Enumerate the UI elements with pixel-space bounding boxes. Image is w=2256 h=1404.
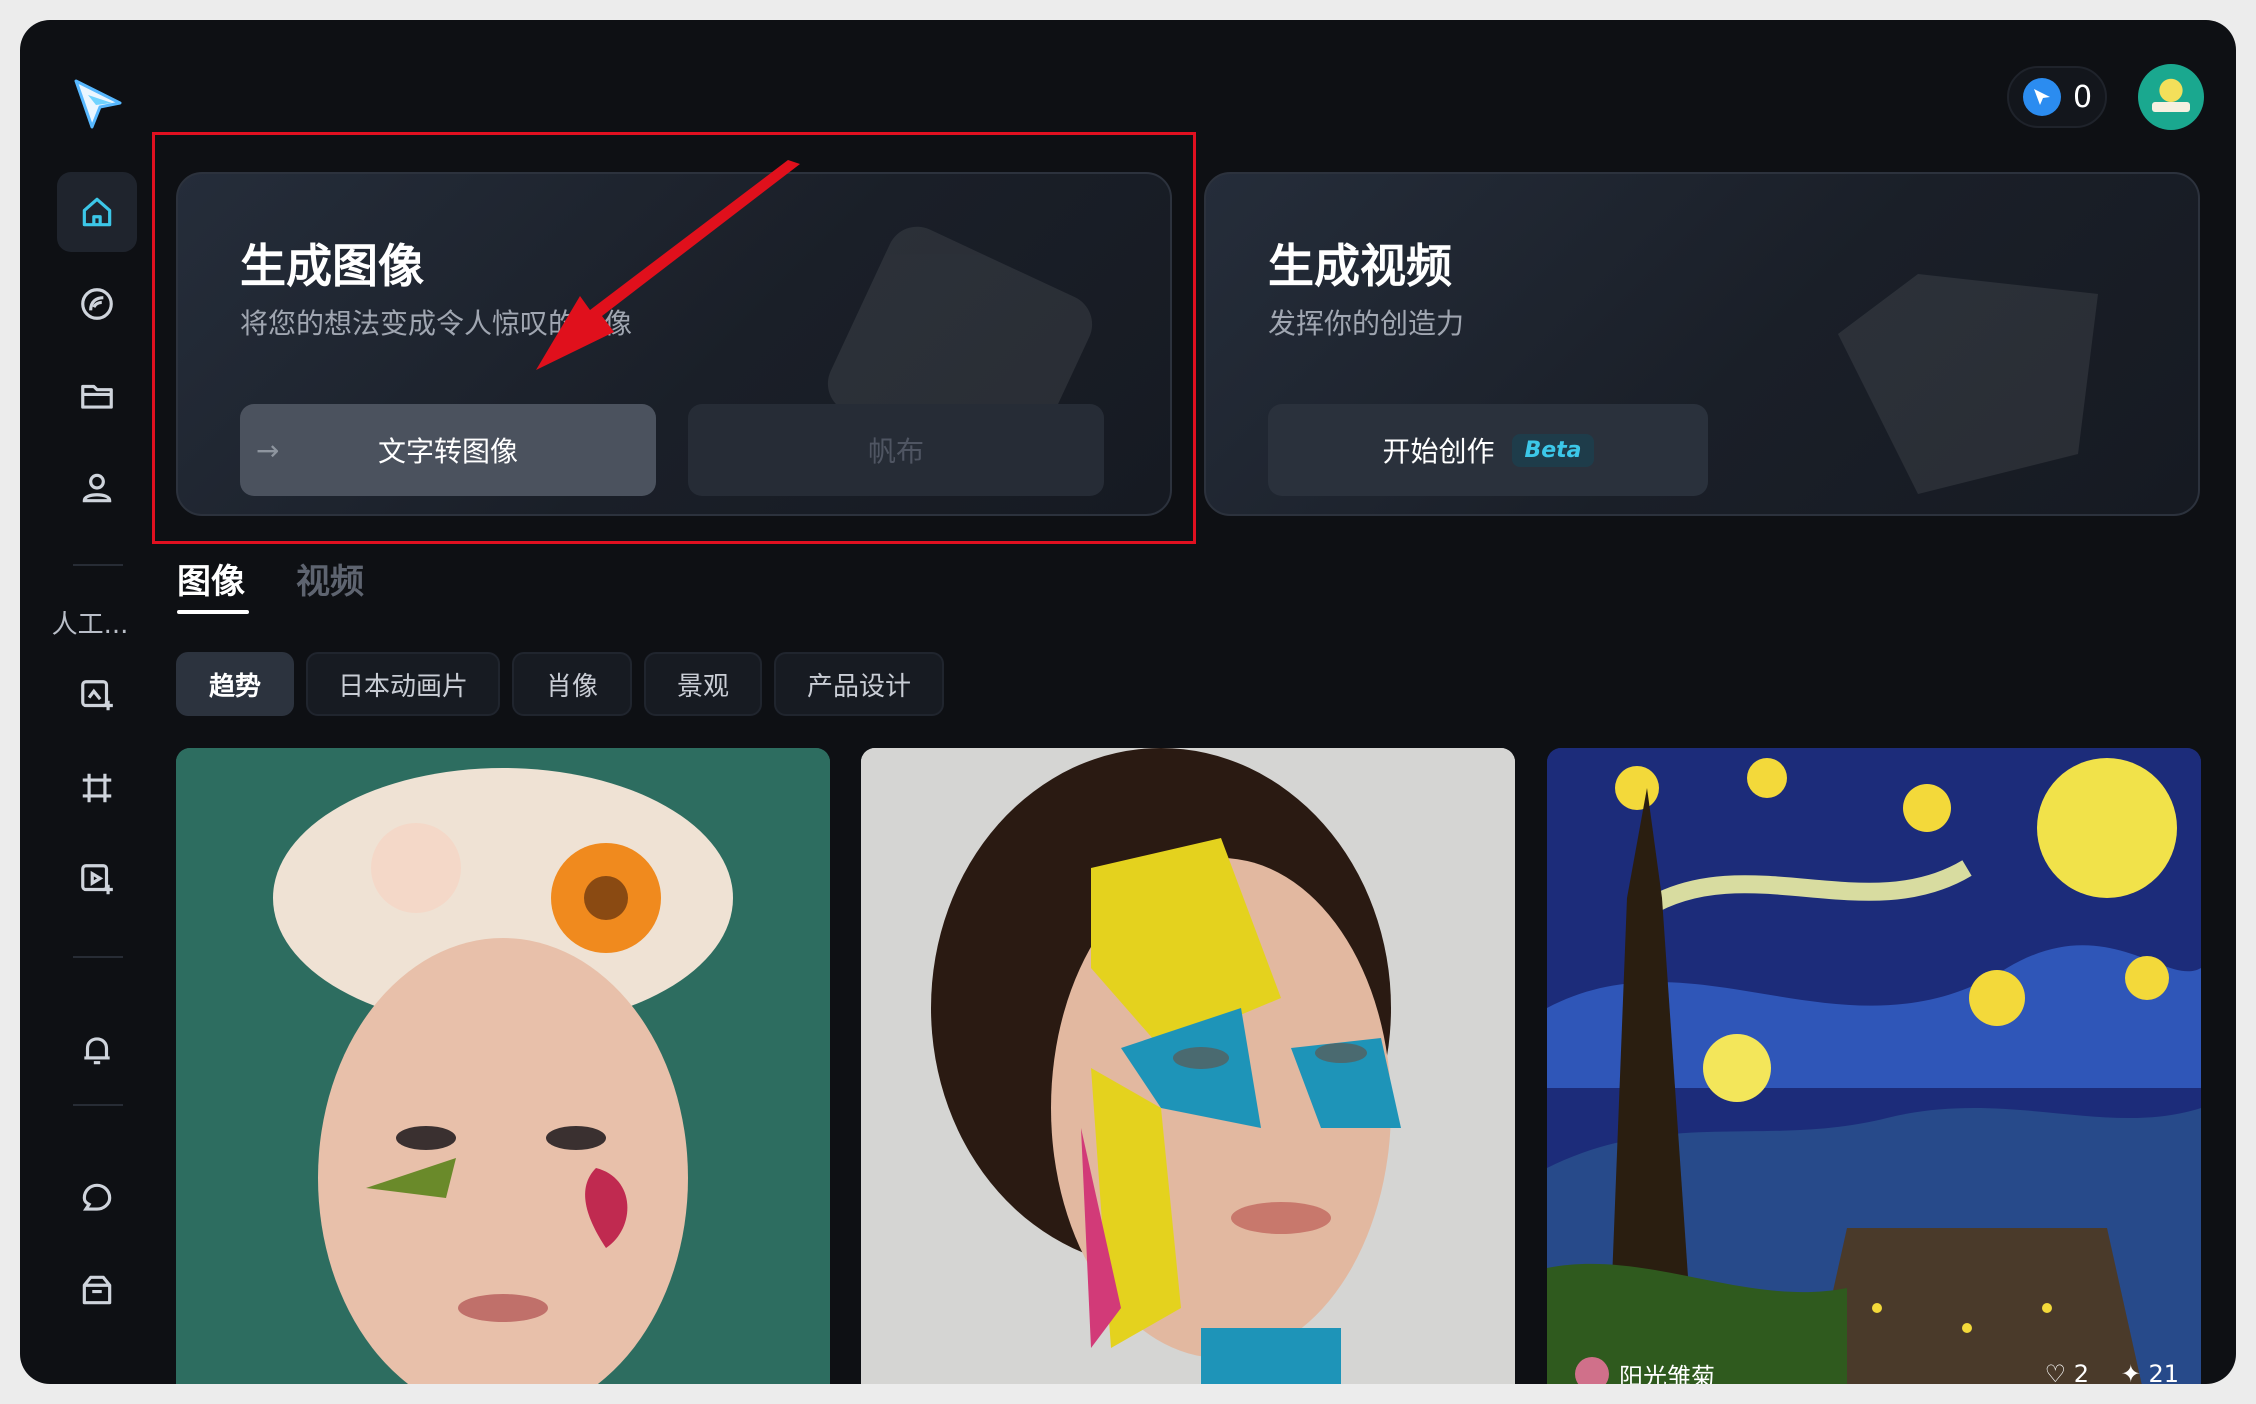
canvas-button[interactable]: 帆布 (688, 404, 1104, 496)
active-tab-indicator (177, 610, 249, 614)
sidebar-crop-button[interactable] (57, 748, 137, 828)
remix-count[interactable]: ✦ 21 (2121, 1360, 2179, 1384)
user-icon (82, 473, 112, 503)
home-icon (82, 197, 112, 227)
sidebar-folder-button[interactable] (57, 356, 137, 436)
sidebar-divider (73, 1104, 123, 1106)
credit-coin-icon (2023, 78, 2061, 116)
geometric-portrait-image (861, 748, 1515, 1384)
heart-icon: ♡ (2044, 1360, 2074, 1384)
gallery-tile-geometric-portrait[interactable] (861, 748, 1515, 1384)
sidebar-divider (73, 564, 123, 566)
sidebar-chat-button[interactable] (57, 1158, 137, 1238)
starry-night-image (1547, 748, 2201, 1384)
sidebar-divider (73, 956, 123, 958)
sidebar-image-edit-button[interactable] (57, 656, 137, 736)
sidebar-profile-button[interactable] (57, 448, 137, 528)
generate-video-card: 生成视频 发挥你的创造力 开始创作 Beta (1204, 172, 2200, 516)
sidebar-home-button[interactable] (57, 172, 137, 252)
tab-images[interactable]: 图像 (177, 554, 245, 603)
app-logo-icon[interactable] (70, 75, 126, 131)
arrow-right-icon: → (256, 433, 280, 467)
author-name[interactable]: 阳光雏菊 (1619, 1357, 1715, 1385)
generate-video-subtitle: 发挥你的创造力 (1268, 307, 1465, 340)
sidebar-notifications-button[interactable] (57, 1010, 137, 1090)
sparkle-icon: ✦ (2120, 1360, 2149, 1384)
start-creating-button[interactable]: 开始创作 Beta (1268, 404, 1708, 496)
user-avatar[interactable] (2138, 64, 2204, 130)
text-to-image-button[interactable]: → 文字转图像 (240, 404, 656, 496)
sidebar: 人工... (20, 20, 160, 1384)
sidebar-archive-button[interactable] (57, 1250, 137, 1330)
sidebar-section-label: 人工... (51, 610, 129, 640)
filter-anime[interactable]: 日本动画片 (306, 652, 500, 716)
text-to-image-label: 文字转图像 (377, 435, 518, 468)
decorative-chevrons-icon (1838, 274, 2098, 494)
filter-trending[interactable]: 趋势 (176, 652, 294, 716)
chat-bubble-icon (82, 1183, 112, 1211)
gallery-tile-starry-night[interactable]: 阳光雏菊 ♡ 2 ✦ 21 (1547, 748, 2201, 1384)
beta-badge: Beta (1512, 433, 1594, 467)
video-sparkle-icon (81, 864, 113, 895)
image-sparkle-icon (81, 680, 113, 711)
author-avatar[interactable] (1575, 1357, 1609, 1384)
filter-product-design[interactable]: 产品设计 (774, 652, 944, 716)
folder-icon (81, 384, 113, 409)
gallery-tile-flower-crown[interactable] (176, 748, 830, 1384)
generate-image-subtitle: 将您的想法变成令人惊叹的图像 (240, 307, 633, 340)
remixes-value: 21 (2148, 1360, 2179, 1384)
tile-meta: 阳光雏菊 ♡ 2 ✦ 21 (1547, 1354, 2201, 1384)
generate-video-title: 生成视频 (1268, 239, 1452, 293)
credits-badge[interactable]: 0 (2007, 66, 2107, 128)
filter-portrait[interactable]: 肖像 (512, 652, 632, 716)
tab-videos[interactable]: 视频 (296, 554, 364, 603)
canvas-label: 帆布 (867, 435, 924, 468)
likes-value: 2 (2073, 1360, 2089, 1384)
generate-image-title: 生成图像 (240, 239, 424, 293)
flower-portrait-image (176, 748, 830, 1384)
credits-count: 0 (2073, 79, 2093, 115)
crop-icon (82, 773, 112, 803)
app-window: 人工... 0 生成图像 将您的想法变成令人惊叹的图像 → 文字转图像 帆布 生… (20, 20, 2236, 1384)
compass-swirl-icon (81, 288, 113, 320)
box-icon (82, 1275, 112, 1305)
filter-landscape[interactable]: 景观 (644, 652, 762, 716)
bell-icon (84, 1037, 110, 1065)
sidebar-video-edit-button[interactable] (57, 840, 137, 920)
like-count[interactable]: ♡ 2 (2045, 1360, 2089, 1384)
sidebar-explore-button[interactable] (57, 264, 137, 344)
start-creating-label: 开始创作 (1382, 435, 1495, 468)
generate-image-card: 生成图像 将您的想法变成令人惊叹的图像 → 文字转图像 帆布 (176, 172, 1172, 516)
